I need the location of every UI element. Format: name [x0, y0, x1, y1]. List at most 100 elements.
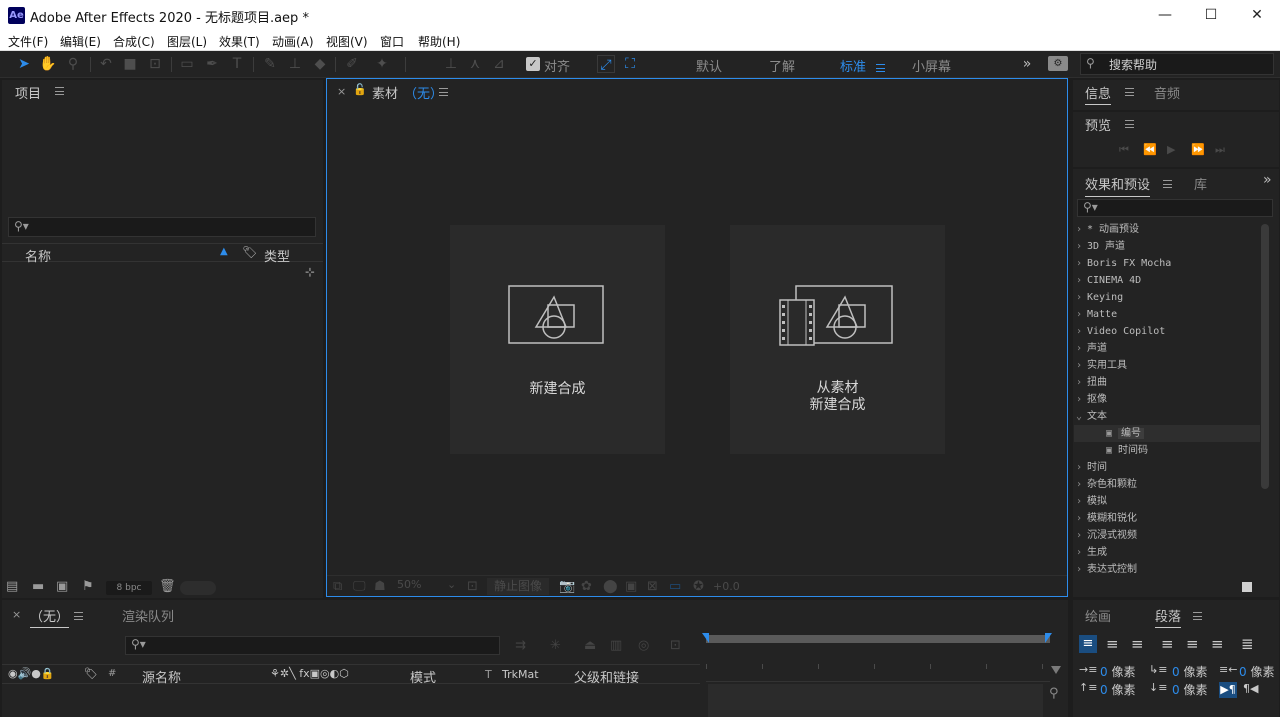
preview-panel-title[interactable]: 预览 [1085, 115, 1111, 134]
justify-all-icon[interactable]: ≣ [1241, 635, 1254, 653]
effects-category[interactable]: › 模拟 [1076, 493, 1107, 510]
label-tag-icon[interactable]: 🏷 [84, 667, 98, 680]
region-of-interest-icon[interactable]: ▣ [625, 579, 637, 594]
maximize-button[interactable]: ☐ [1188, 0, 1234, 31]
tab-audio[interactable]: 音频 [1154, 83, 1180, 102]
menu-composition[interactable]: 合成(C) [113, 33, 155, 50]
align-right-icon[interactable]: ≡ [1131, 635, 1144, 653]
align-center-icon[interactable]: ≡ [1106, 635, 1119, 653]
column-parent-link[interactable]: 父级和链接 [574, 667, 639, 686]
bit-depth-button[interactable]: 8 bpc [106, 581, 152, 595]
effects-category[interactable]: › 3D 声道 [1076, 238, 1125, 255]
play-icon[interactable]: ▶ [1167, 143, 1175, 156]
expand-panels-icon[interactable]: » [1263, 172, 1272, 188]
justify-right-icon[interactable]: ≡ [1211, 635, 1224, 653]
column-type[interactable]: 类型 [264, 246, 290, 265]
previous-frame-icon[interactable]: ⏪ [1143, 143, 1157, 156]
menu-file[interactable]: 文件(F) [8, 33, 48, 50]
close-button[interactable]: ✕ [1234, 0, 1280, 31]
pen-tool-icon[interactable]: ✒ [203, 55, 221, 73]
view-axis-icon[interactable]: ⊿ [490, 55, 508, 73]
viewer-tab-suffix[interactable]: （无） [404, 83, 443, 102]
time-ruler[interactable] [706, 644, 1050, 682]
viewer-menu-icon[interactable] [439, 84, 448, 98]
effects-category[interactable]: › Keying [1076, 289, 1123, 306]
next-frame-icon[interactable]: ⏩ [1191, 143, 1205, 156]
fit-icon[interactable]: ⊡ [467, 579, 478, 594]
menu-edit[interactable]: 编辑(E) [60, 33, 101, 50]
effects-category[interactable]: › Boris FX Mocha [1076, 255, 1171, 272]
effect-item-numbers[interactable]: ▣ 编号 [1106, 425, 1145, 442]
align-checkbox[interactable]: ✓ [526, 57, 540, 71]
space-after-value[interactable]: 0 像素 [1172, 681, 1207, 698]
tab-paint[interactable]: 绘画 [1085, 606, 1111, 625]
exposure-reset-icon[interactable]: ✪ [693, 579, 704, 594]
more-workspaces-icon[interactable]: » [1018, 55, 1036, 73]
effects-category[interactable]: › 声道 [1076, 340, 1107, 357]
rotate-tool-icon[interactable]: ↶ [97, 55, 115, 73]
effects-category[interactable]: › 生成 [1076, 544, 1107, 561]
justify-center-icon[interactable]: ≡ [1186, 635, 1199, 653]
effects-menu-icon[interactable] [1157, 176, 1172, 190]
menu-window[interactable]: 窗口 [380, 33, 404, 50]
workspace-standard[interactable]: 标准 [840, 56, 866, 75]
draft-3d-icon[interactable]: ✳ [550, 638, 561, 653]
lock-icon[interactable]: 🔓 [353, 83, 367, 96]
paragraph-menu-icon[interactable] [1187, 608, 1202, 622]
effects-category[interactable]: › Video Copilot [1076, 323, 1165, 340]
tab-info[interactable]: 信息 [1085, 83, 1112, 105]
camera-tool-icon[interactable]: ■ [121, 55, 139, 73]
last-frame-icon[interactable]: ⏭ [1215, 143, 1225, 157]
graph-editor-icon[interactable]: ⊡ [670, 638, 681, 653]
trash-icon[interactable]: 🗑 [159, 579, 176, 594]
justify-left-icon[interactable]: ≡ [1161, 635, 1174, 653]
effects-scrollbar[interactable] [1261, 224, 1269, 489]
magnification-select[interactable]: 50% ⌄ [397, 578, 459, 594]
first-frame-icon[interactable]: ⏮ [1119, 143, 1129, 157]
rectangle-tool-icon[interactable]: ▭ [178, 55, 196, 73]
transparency-grid-icon[interactable]: ⊠ [647, 579, 658, 594]
eraser-tool-icon[interactable]: ◆ [311, 55, 329, 73]
render-queue-tab[interactable]: 渲染队列 [122, 606, 174, 625]
channel-icon[interactable]: ⬤ [603, 579, 618, 594]
effect-item-timecode[interactable]: ▣ 时间码 [1106, 442, 1148, 459]
work-area-bar[interactable] [706, 635, 1050, 643]
space-before-value[interactable]: 0 像素 [1100, 681, 1135, 698]
close-tab-icon[interactable]: × [337, 85, 346, 98]
new-composition-icon[interactable]: ▣ [56, 579, 68, 594]
new-item-icon[interactable] [1242, 582, 1252, 592]
menu-layer[interactable]: 图层(L) [167, 33, 207, 50]
ltr-direction-icon[interactable]: ▶¶ [1219, 682, 1237, 698]
effects-search-input[interactable]: ⚲▾ [1077, 199, 1273, 217]
local-axis-icon[interactable]: ⊥ [442, 55, 460, 73]
effects-category[interactable]: › 表达式控制 [1076, 561, 1137, 578]
snapshot-icon[interactable]: 📷 [559, 579, 575, 594]
menu-animation[interactable]: 动画(A) [272, 33, 314, 50]
new-comp-from-footage-card[interactable]: 从素材 新建合成 [730, 225, 945, 454]
indent-first-line-value[interactable]: 0 像素 [1172, 663, 1207, 680]
hand-tool-icon[interactable]: ✋ [39, 55, 57, 73]
preview-menu-icon[interactable] [1119, 116, 1134, 130]
always-preview-icon[interactable]: ⧉ [333, 579, 342, 594]
type-tool-icon[interactable]: T [228, 55, 246, 73]
thumbnail-transparency-toggle[interactable] [180, 581, 216, 595]
effects-category[interactable]: › 杂色和颗粒 [1076, 476, 1137, 493]
snap-edges-icon[interactable]: ⤢ [597, 55, 615, 73]
timeline-track-area[interactable] [708, 684, 1043, 717]
menu-effect[interactable]: 效果(T) [219, 33, 260, 50]
new-composition-card[interactable]: 新建合成 [450, 225, 665, 454]
brush-tool-icon[interactable]: ✎ [261, 55, 279, 73]
exposure-value[interactable]: +0.0 [713, 580, 740, 593]
world-axis-icon[interactable]: ⋏ [466, 55, 484, 73]
column-source-name[interactable]: 源名称 [142, 667, 181, 686]
help-search-input[interactable]: ⚲ 搜索帮助 [1080, 53, 1274, 75]
motion-blur-icon[interactable]: ◎ [638, 638, 649, 653]
zoom-tool-icon[interactable]: ⚲ [64, 55, 82, 73]
tab-effects-presets[interactable]: 效果和预设 [1085, 174, 1151, 197]
workspace-menu-icon[interactable] [876, 60, 885, 74]
freeze-frame-button[interactable]: 静止图像 [487, 578, 549, 595]
workspace-default[interactable]: 默认 [696, 56, 722, 75]
menu-help[interactable]: 帮助(H) [418, 33, 460, 50]
clone-stamp-tool-icon[interactable]: ⊥ [286, 55, 304, 73]
workspace-small-screen[interactable]: 小屏幕 [912, 56, 951, 75]
